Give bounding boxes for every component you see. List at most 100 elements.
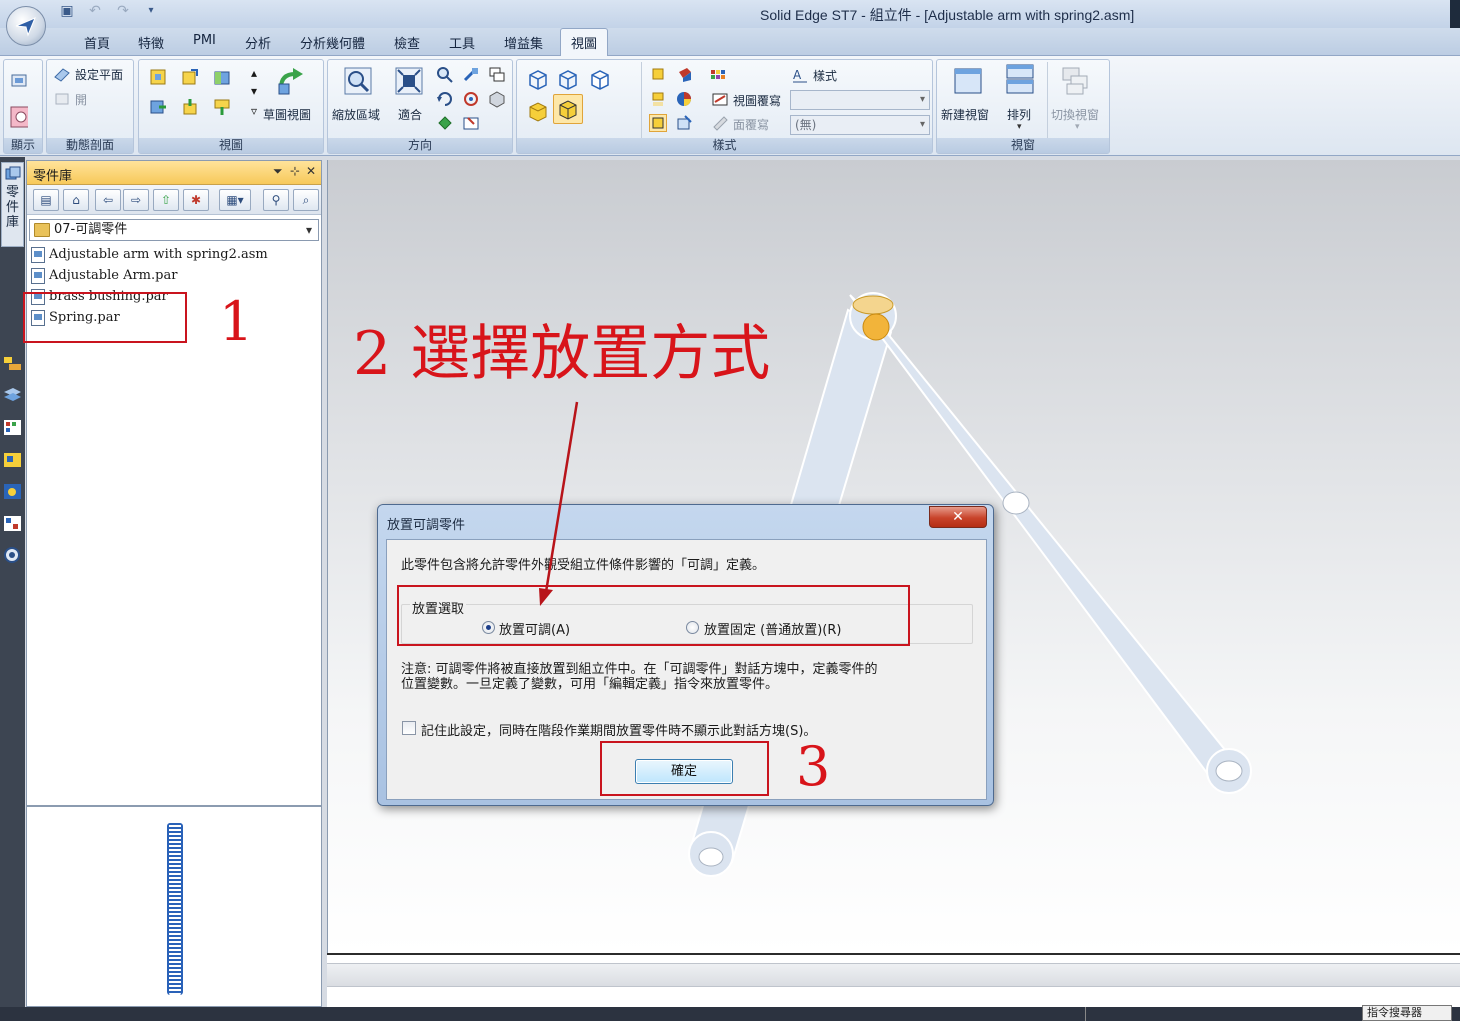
layers-icon[interactable] xyxy=(3,386,22,405)
save-view-icon[interactable] xyxy=(462,114,480,132)
properties-icon[interactable]: ⚲ xyxy=(263,189,289,211)
engineering-reference-icon[interactable] xyxy=(3,546,22,565)
views-scroll-up-icon[interactable]: ▴ xyxy=(245,64,263,82)
previous-view-icon[interactable] xyxy=(488,66,506,84)
view-cube-top-icon[interactable] xyxy=(181,68,199,86)
pathfinder-icon[interactable] xyxy=(3,354,22,373)
new-window-icon[interactable] xyxy=(953,66,983,96)
common-views-icon[interactable] xyxy=(488,90,506,108)
view-style-active-icon[interactable] xyxy=(649,114,667,132)
view-overlay-button[interactable]: 視圖覆寫 xyxy=(733,92,781,109)
shaded-icon[interactable] xyxy=(523,96,553,126)
view-mode-icon[interactable]: ▦▾ xyxy=(219,189,251,211)
save-icon[interactable]: ▣ xyxy=(58,2,76,20)
views-more-icon[interactable]: ▿ xyxy=(245,102,263,120)
zoom-area-icon[interactable] xyxy=(343,66,373,96)
tab-view[interactable]: 視圖 xyxy=(560,28,609,56)
views-scroll-down-icon[interactable]: ▾ xyxy=(245,82,263,100)
view-overlay-icon[interactable] xyxy=(711,90,729,108)
rotate-icon[interactable] xyxy=(436,90,454,108)
hidden-edges-icon[interactable] xyxy=(585,64,615,94)
tab-inspect[interactable]: 檢查 xyxy=(394,33,420,52)
dialog-intro-text: 此零件包含將允許零件外觀受組立件條件影響的「可調」定義。 xyxy=(401,558,766,573)
remember-setting-label[interactable]: 記住此設定，同時在階段作業期間放置零件時不顯示此對話方塊(S)。 xyxy=(421,720,816,739)
view-cube-front-icon[interactable] xyxy=(149,68,167,86)
view-cube-bottom-icon[interactable] xyxy=(181,98,199,116)
folder-up-icon[interactable]: ⇧ xyxy=(153,189,179,211)
new-folder-icon[interactable]: ✱ xyxy=(183,189,209,211)
fit-button[interactable]: 適合 xyxy=(398,106,422,123)
tab-add-ins[interactable]: 增益集 xyxy=(504,33,543,52)
styles-grid-icon[interactable] xyxy=(709,66,727,84)
arrange-button[interactable]: 排列 xyxy=(1007,106,1031,123)
shaded-with-edges-icon[interactable] xyxy=(553,94,583,124)
named-views-icon[interactable] xyxy=(436,114,454,132)
back-icon[interactable]: ⇦ xyxy=(95,189,121,211)
tab-pmi[interactable]: PMI xyxy=(193,33,216,48)
pan-icon[interactable] xyxy=(462,66,480,84)
wireframe-icon[interactable] xyxy=(523,64,553,94)
status-divider xyxy=(1085,1007,1086,1021)
arrange-dropdown-icon[interactable]: ▾ xyxy=(1017,122,1022,132)
color-manager-icon[interactable] xyxy=(10,106,28,128)
visible-edges-icon[interactable] xyxy=(553,64,583,94)
rendering-icon[interactable] xyxy=(3,482,22,501)
annotation-box-step2 xyxy=(397,585,910,646)
zoom-area-button[interactable]: 縮放區域 xyxy=(332,106,380,123)
display-icon[interactable] xyxy=(10,72,28,90)
new-window-button[interactable]: 新建視窗 xyxy=(941,106,989,123)
library-view-icon[interactable]: ▤ xyxy=(33,189,59,211)
dialog-close-button[interactable]: ✕ xyxy=(929,506,987,528)
panel-close-icon[interactable]: ✕ xyxy=(306,164,316,178)
select-tools-icon[interactable] xyxy=(3,514,22,533)
customize-qat-icon[interactable]: ▾ xyxy=(142,2,160,20)
group-separator xyxy=(641,62,642,138)
part-file-icon xyxy=(31,268,45,284)
folder-select[interactable]: 07-可調零件 xyxy=(29,219,319,241)
view-overlay-select[interactable] xyxy=(790,90,930,110)
command-finder[interactable]: 指令搜尋器 xyxy=(1362,1005,1452,1021)
family-of-assemblies-icon[interactable] xyxy=(3,418,22,437)
status-bar xyxy=(0,1007,1460,1021)
search-icon[interactable]: ⌕ xyxy=(293,189,319,211)
tab-analysis-geometry[interactable]: 分析幾何體 xyxy=(300,33,365,52)
sketch-view-button[interactable]: 草圖視圖 xyxy=(263,106,311,123)
reflective-icon[interactable] xyxy=(675,66,693,84)
ribbon-group-label: 顯示 xyxy=(4,138,42,153)
texture-icon[interactable] xyxy=(675,114,693,132)
fit-icon[interactable] xyxy=(394,66,424,96)
zoom-icon[interactable] xyxy=(436,66,454,84)
set-plane-button[interactable]: 設定平面 xyxy=(75,66,123,83)
application-button[interactable] xyxy=(6,6,46,46)
face-overlay-select[interactable]: (無) xyxy=(790,115,930,135)
list-item[interactable]: Adjustable Arm.par xyxy=(31,266,177,286)
arrange-icon[interactable] xyxy=(1005,64,1035,94)
tab-features[interactable]: 特徵 xyxy=(138,33,164,52)
horizontal-scrollbar[interactable] xyxy=(327,963,1460,987)
ribbon-group-window: 新建視窗 排列 ▾ 切換視窗 ▾ 視窗 xyxy=(936,59,1110,154)
shadow-icon[interactable] xyxy=(649,66,667,84)
parts-library-tab[interactable]: 零件庫 xyxy=(1,162,24,247)
spin-about-icon[interactable] xyxy=(462,90,480,108)
tab-analyze[interactable]: 分析 xyxy=(245,33,271,52)
style-letter-icon[interactable]: A xyxy=(791,66,809,84)
remember-setting-checkbox[interactable] xyxy=(402,721,416,735)
tab-home[interactable]: 首頁 xyxy=(84,33,110,52)
panel-menu-icon[interactable]: ⏷ xyxy=(273,164,283,179)
list-item[interactable]: Adjustable arm with spring2.asm xyxy=(31,245,268,265)
sketch-view-icon[interactable] xyxy=(275,66,305,96)
set-plane-icon[interactable] xyxy=(53,65,71,83)
floor-reflection-icon[interactable] xyxy=(649,90,667,108)
tab-tools[interactable]: 工具 xyxy=(449,33,475,52)
redo-icon[interactable]: ↷ xyxy=(114,2,132,20)
undo-icon[interactable]: ↶ xyxy=(86,2,104,20)
view-cube-back-icon[interactable] xyxy=(213,98,231,116)
sensors-icon[interactable] xyxy=(3,450,22,469)
style-button[interactable]: 樣式 xyxy=(813,67,837,84)
view-cube-left-icon[interactable] xyxy=(149,98,167,116)
panel-pin-icon[interactable]: ⊹ xyxy=(290,164,300,178)
forward-icon[interactable]: ⇨ xyxy=(123,189,149,211)
view-cube-right-icon[interactable] xyxy=(213,68,231,86)
color-wheel-icon[interactable] xyxy=(675,90,693,108)
home-folder-icon[interactable]: ⌂ xyxy=(63,189,89,211)
